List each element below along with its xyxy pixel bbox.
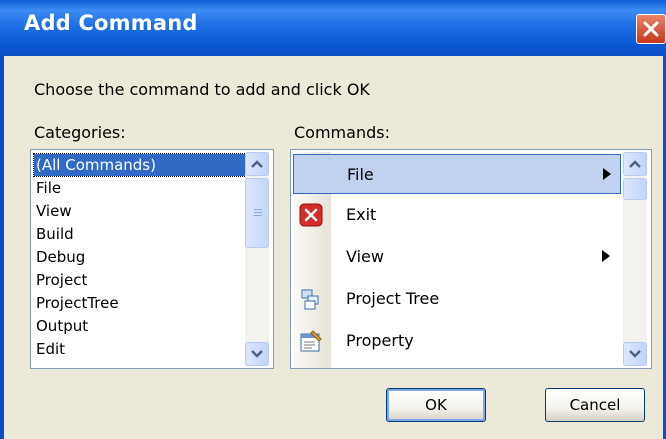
cancel-button[interactable]: Cancel bbox=[545, 388, 645, 422]
categories-scroll-thumb[interactable] bbox=[245, 178, 269, 248]
commands-list[interactable]: File Exit View Project Tree Property bbox=[290, 149, 652, 369]
command-item-view[interactable]: View bbox=[293, 237, 621, 277]
add-command-dialog: Add Command Choose the command to add an… bbox=[0, 0, 666, 439]
project-tree-icon bbox=[301, 289, 319, 310]
window-frame-left bbox=[0, 56, 4, 439]
category-item-all-commands[interactable]: (All Commands) bbox=[33, 153, 269, 177]
command-item-exit[interactable]: Exit bbox=[293, 195, 621, 235]
category-item-debug[interactable]: Debug bbox=[36, 246, 85, 268]
title-bar[interactable]: Add Command bbox=[0, 0, 666, 56]
command-item-project-tree[interactable]: Project Tree bbox=[293, 279, 621, 319]
command-label: Exit bbox=[346, 205, 377, 224]
property-icon bbox=[300, 330, 322, 352]
submenu-arrow-icon bbox=[603, 168, 611, 180]
command-label: View bbox=[346, 247, 384, 266]
chevron-up-icon bbox=[251, 160, 263, 168]
submenu-arrow-icon bbox=[602, 250, 610, 262]
commands-scroll-down-button[interactable] bbox=[623, 342, 647, 366]
chevron-up-icon bbox=[629, 160, 641, 168]
grip-line bbox=[254, 215, 262, 216]
commands-scrollbar[interactable] bbox=[623, 152, 647, 366]
command-label: Property bbox=[346, 331, 414, 350]
command-item-file[interactable]: File bbox=[293, 154, 621, 194]
category-item-view[interactable]: View bbox=[36, 200, 72, 222]
command-label: File bbox=[347, 165, 374, 184]
exit-icon bbox=[299, 203, 323, 227]
command-item-property[interactable]: Property bbox=[293, 321, 621, 361]
category-item-build[interactable]: Build bbox=[36, 223, 74, 245]
categories-label: Categories: bbox=[34, 123, 126, 142]
categories-list[interactable]: (All Commands) File View Build Debug Pro… bbox=[30, 149, 274, 369]
category-item-output[interactable]: Output bbox=[36, 315, 88, 337]
close-button[interactable] bbox=[636, 14, 666, 44]
categories-scroll-up-button[interactable] bbox=[245, 152, 269, 176]
categories-scroll-down-button[interactable] bbox=[245, 342, 269, 366]
category-item-project[interactable]: Project bbox=[36, 269, 87, 291]
category-item-file[interactable]: File bbox=[36, 177, 61, 199]
categories-scrollbar[interactable] bbox=[245, 152, 269, 366]
commands-scroll-thumb[interactable] bbox=[623, 178, 647, 200]
chevron-down-icon bbox=[629, 350, 641, 358]
grip-line bbox=[254, 209, 262, 210]
category-item-edit[interactable]: Edit bbox=[36, 338, 65, 360]
command-label: Project Tree bbox=[346, 289, 440, 308]
close-icon bbox=[643, 21, 659, 37]
commands-label: Commands: bbox=[294, 123, 390, 142]
ok-button[interactable]: OK bbox=[386, 388, 486, 422]
chevron-down-icon bbox=[251, 350, 263, 358]
instruction-text: Choose the command to add and click OK bbox=[34, 80, 370, 99]
commands-scroll-up-button[interactable] bbox=[623, 152, 647, 176]
grip-line bbox=[254, 212, 262, 213]
category-item-projecttree[interactable]: ProjectTree bbox=[36, 292, 119, 314]
window-title: Add Command bbox=[24, 11, 198, 35]
